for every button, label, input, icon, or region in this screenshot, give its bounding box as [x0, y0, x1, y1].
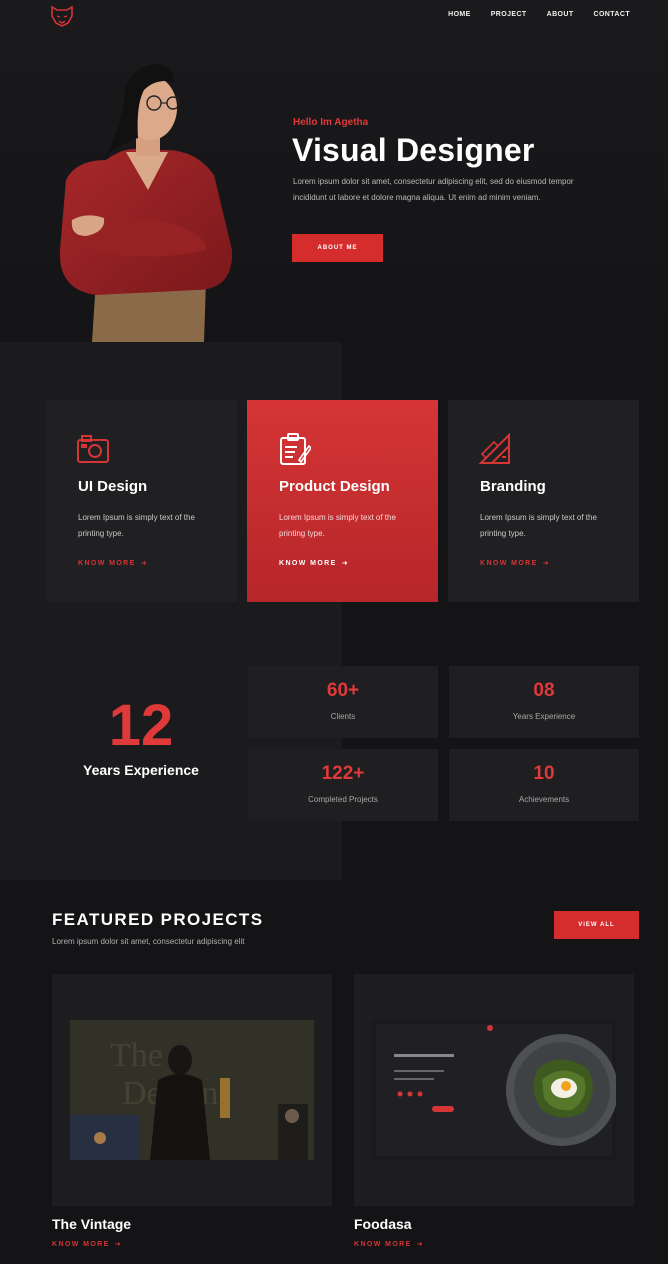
section-subtitle: Lorem ipsum dolor sit amet, consectetur …: [52, 937, 245, 946]
stat-completed-projects: 122+ Completed Projects: [248, 749, 438, 821]
service-card-ui-design[interactable]: UI Design Lorem Ipsum is simply text of …: [46, 400, 237, 602]
project-title[interactable]: The Vintage: [52, 1216, 131, 1232]
service-title: UI Design: [78, 478, 148, 495]
stat-label: Completed Projects: [308, 795, 378, 804]
service-text: Lorem Ipsum is simply text of the printi…: [279, 513, 396, 538]
project-title[interactable]: Foodasa: [354, 1216, 412, 1232]
clipboard-icon: [277, 432, 313, 466]
arrow-right-icon: ➜: [341, 560, 349, 567]
ruler-pencil-icon: [478, 432, 512, 466]
view-all-button[interactable]: VIEW ALL: [554, 911, 639, 939]
svg-text:The: The: [110, 1037, 163, 1074]
know-more-link[interactable]: KNOW MORE ➜: [354, 1240, 424, 1249]
stat-clients: 60+ Clients: [248, 666, 438, 738]
link-label: KNOW MORE: [279, 559, 337, 567]
stat-value: 10: [533, 763, 555, 784]
section-title: FEATURED PROJECTS: [52, 910, 264, 929]
nav-about[interactable]: ABOUT: [547, 11, 574, 18]
stat-years-experience: 08 Years Experience: [449, 666, 639, 738]
service-text: Lorem Ipsum is simply text of the printi…: [78, 513, 195, 538]
arrow-right-icon: ➜: [416, 1241, 424, 1248]
nav-project[interactable]: PROJECT: [491, 11, 527, 18]
experience-label: Years Experience: [83, 762, 199, 778]
main-nav: HOME PROJECT ABOUT CONTACT: [448, 11, 630, 18]
know-more-link[interactable]: KNOW MORE ➜: [78, 559, 148, 568]
about-me-button[interactable]: ABOUT ME: [292, 234, 383, 262]
stat-value: 122+: [321, 763, 365, 784]
experience-number: 12: [108, 693, 174, 758]
stat-label: Achievements: [518, 795, 570, 804]
service-title: Branding: [480, 478, 546, 495]
project-thumbnail: [372, 1020, 616, 1160]
know-more-link[interactable]: KNOW MORE ➜: [279, 559, 349, 568]
arrow-right-icon: ➜: [140, 560, 148, 567]
link-label: KNOW MORE: [480, 559, 538, 567]
know-more-link[interactable]: KNOW MORE ➜: [480, 559, 550, 568]
hero-title: Visual Designer: [292, 132, 535, 168]
service-text: Lorem Ipsum is simply text of the printi…: [480, 513, 597, 538]
logo-icon[interactable]: [48, 4, 76, 28]
arrow-right-icon: ➜: [542, 560, 550, 567]
link-label: KNOW MORE: [78, 559, 136, 567]
hero-greeting: Hello Im Agetha: [293, 117, 369, 128]
service-card-branding[interactable]: Branding Lorem Ipsum is simply text of t…: [448, 400, 639, 602]
stat-achievements: 10 Achievements: [449, 749, 639, 821]
arrow-right-icon: ➜: [114, 1241, 122, 1248]
stat-label: Years Experience: [512, 712, 576, 721]
nav-home[interactable]: HOME: [448, 11, 471, 18]
service-title: Product Design: [279, 478, 390, 495]
link-label: KNOW MORE: [52, 1240, 110, 1248]
camera-icon: [76, 432, 110, 466]
hero-description: Lorem ipsum dolor sit amet, consectetur …: [293, 177, 574, 202]
stat-value: 08: [533, 680, 555, 701]
project-thumbnail: The Design: [70, 1020, 314, 1160]
project-card-foodasa[interactable]: [354, 974, 634, 1206]
stat-label: Clients: [330, 712, 356, 721]
hero-portrait: [56, 50, 236, 342]
know-more-link[interactable]: KNOW MORE ➜: [52, 1240, 122, 1249]
project-card-the-vintage[interactable]: The Design: [52, 974, 332, 1206]
service-card-product-design[interactable]: Product Design Lorem Ipsum is simply tex…: [247, 400, 438, 602]
nav-contact[interactable]: CONTACT: [594, 11, 631, 18]
link-label: KNOW MORE: [354, 1240, 412, 1248]
stat-value: 60+: [326, 680, 360, 701]
